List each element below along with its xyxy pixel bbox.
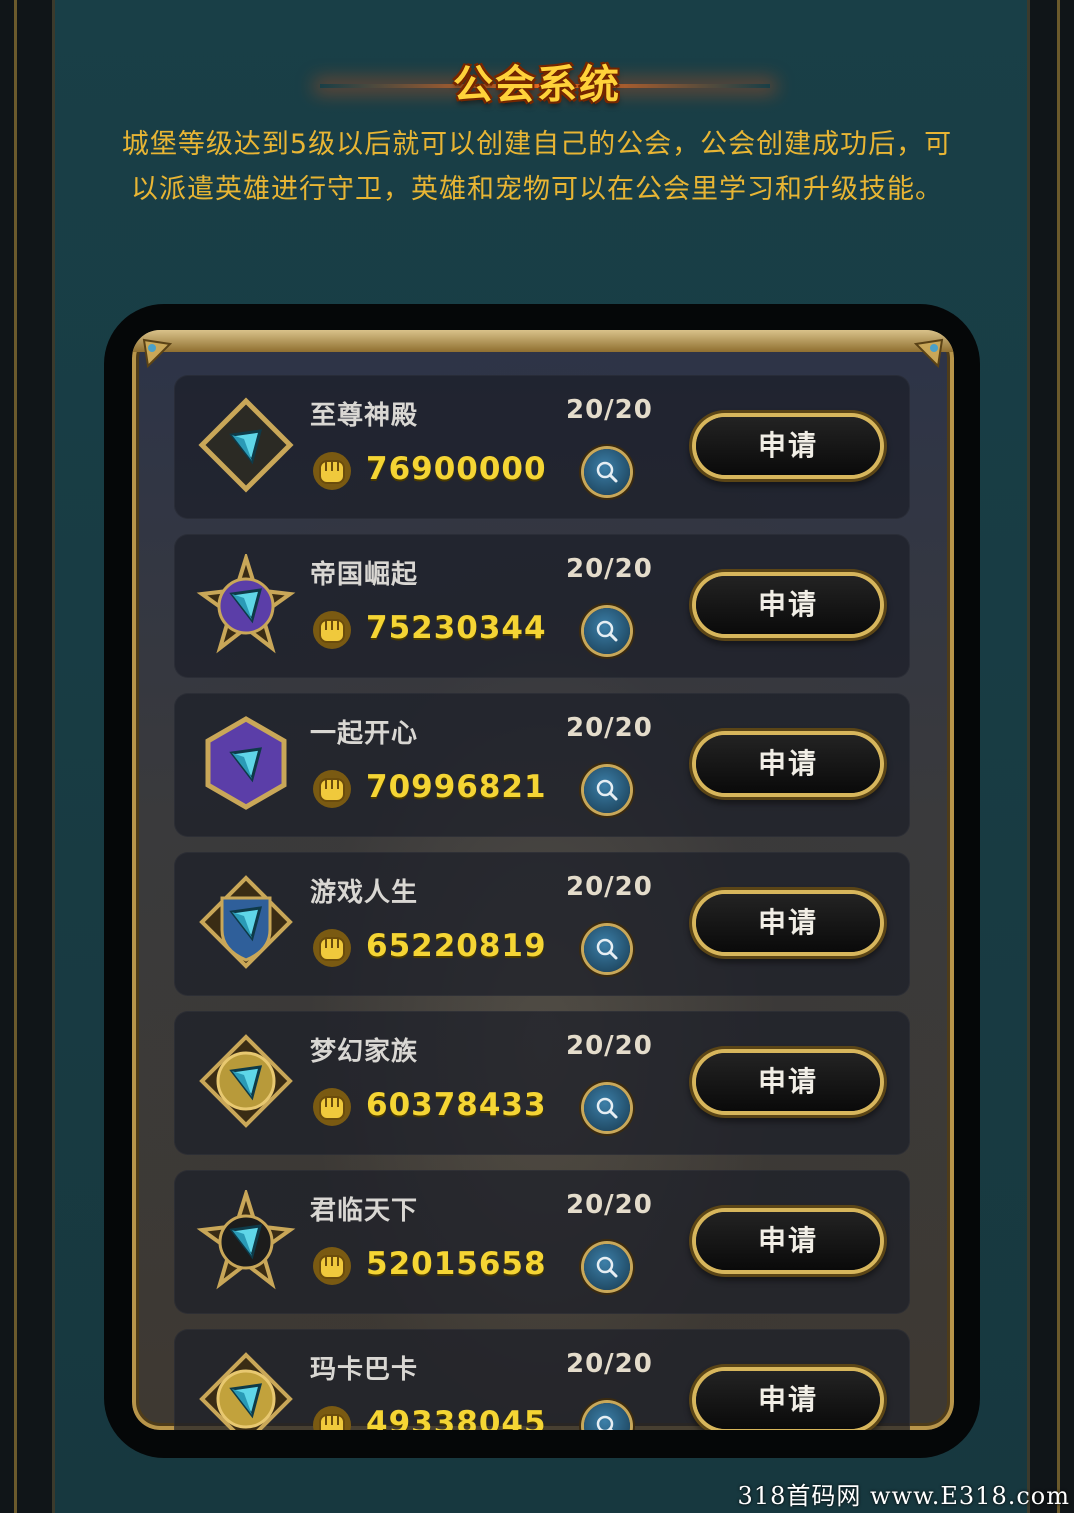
member-count: 20/20 [566, 1190, 653, 1220]
guild-name: 一起开心 [310, 719, 419, 749]
view-guild-button[interactable] [584, 1244, 630, 1290]
guild-emblem-icon [199, 875, 293, 969]
apply-button[interactable]: 申请 [696, 417, 880, 475]
watermark: 318首码网 www.E318.com [737, 1482, 1070, 1510]
view-guild-button[interactable] [584, 926, 630, 972]
member-count: 20/20 [566, 1031, 653, 1061]
view-guild-button[interactable] [584, 449, 630, 495]
guild-emblem-icon [199, 1352, 293, 1430]
view-guild-button[interactable] [584, 608, 630, 654]
search-icon [596, 938, 618, 960]
guild-emblem-icon [196, 1190, 296, 1290]
search-icon [596, 1256, 618, 1278]
guild-emblem-icon [205, 716, 287, 810]
fist-power-icon [313, 770, 351, 808]
apply-button[interactable]: 申请 [696, 576, 880, 634]
guild-name: 游戏人生 [310, 878, 419, 908]
guild-row[interactable]: 一起开心 20/20 70996821 申请 [174, 693, 910, 837]
fist-power-icon [313, 452, 351, 490]
page-title: 公会系统 [453, 62, 621, 108]
fist-power-icon [313, 1406, 351, 1430]
guild-row[interactable]: 至尊神殿 20/20 76900000 申请 [174, 375, 910, 519]
corner-ornament-right [914, 338, 944, 368]
search-icon [596, 620, 618, 642]
guild-row[interactable]: 帝国崛起 20/20 75230344 申请 [174, 534, 910, 678]
apply-button[interactable]: 申请 [696, 1053, 880, 1111]
guild-row[interactable]: 梦幻家族 20/20 60378433 申请 [174, 1011, 910, 1155]
corner-ornament-left [142, 338, 172, 368]
member-count: 20/20 [566, 872, 653, 902]
guild-power: 76900000 [366, 451, 547, 487]
guild-emblem-icon [198, 397, 294, 493]
guild-power: 65220819 [366, 928, 547, 964]
guild-emblem-icon [199, 1034, 293, 1128]
guild-name: 玛卡巴卡 [310, 1355, 419, 1385]
member-count: 20/20 [566, 713, 653, 743]
guild-row[interactable]: 玛卡巴卡 20/20 49338045 申请 [174, 1329, 910, 1430]
feature-description: 城堡等级达到5级以后就可以创建自己的公会，公会创建成功后，可以派遣英雄进行守卫，… [121, 129, 953, 205]
guild-power: 52015658 [366, 1246, 547, 1282]
right-frame [1027, 0, 1074, 1513]
fist-power-icon [313, 611, 351, 649]
apply-button[interactable]: 申请 [696, 735, 880, 793]
apply-button[interactable]: 申请 [696, 1371, 880, 1429]
search-icon [596, 779, 618, 801]
fist-power-icon [313, 1088, 351, 1126]
apply-button[interactable]: 申请 [696, 894, 880, 952]
apply-button[interactable]: 申请 [696, 1212, 880, 1270]
guild-power: 60378433 [366, 1087, 547, 1123]
guild-name: 梦幻家族 [310, 1037, 419, 1067]
search-icon [596, 1415, 614, 1430]
member-count: 20/20 [566, 1349, 653, 1379]
guild-name: 君临天下 [310, 1196, 419, 1226]
search-icon [596, 1097, 618, 1119]
view-guild-button[interactable] [584, 1403, 630, 1430]
search-icon [596, 461, 618, 483]
guild-power: 75230344 [366, 610, 547, 646]
guild-name: 帝国崛起 [310, 560, 419, 590]
guild-power: 70996821 [366, 769, 547, 805]
guild-list-screen[interactable]: 至尊神殿 20/20 76900000 申请 帝国崛起 20/20 752303… [132, 330, 954, 1430]
view-guild-button[interactable] [584, 1085, 630, 1131]
guild-name: 至尊神殿 [310, 401, 419, 431]
guild-row[interactable]: 君临天下 20/20 52015658 申请 [174, 1170, 910, 1314]
guild-row[interactable]: 游戏人生 20/20 65220819 申请 [174, 852, 910, 996]
fist-power-icon [313, 1247, 351, 1285]
guild-emblem-icon [196, 554, 296, 654]
title-banner: 公会系统 [0, 42, 1074, 112]
view-guild-button[interactable] [584, 767, 630, 813]
screen-top-trim [132, 330, 954, 352]
member-count: 20/20 [566, 395, 653, 425]
guild-power: 49338045 [366, 1405, 547, 1430]
member-count: 20/20 [566, 554, 653, 584]
fist-power-icon [313, 929, 351, 967]
left-frame [0, 0, 55, 1513]
